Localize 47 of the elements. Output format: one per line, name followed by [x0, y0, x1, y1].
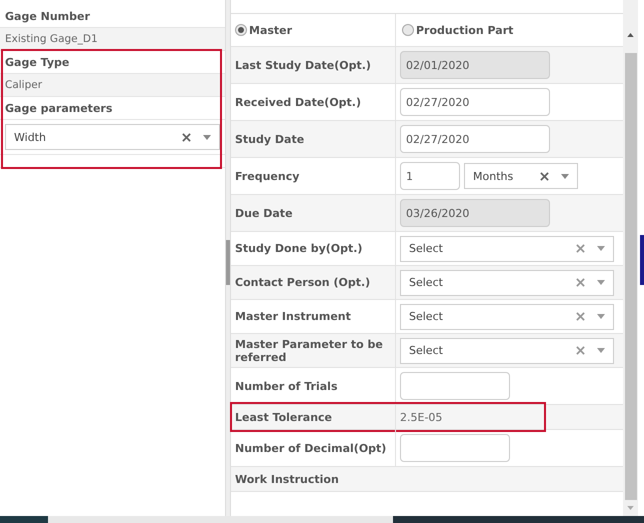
field-value: Caliper: [0, 74, 225, 97]
dropdown[interactable]: Select: [400, 304, 614, 330]
date-field[interactable]: 02/27/2020: [400, 125, 550, 153]
caret-icon[interactable]: [597, 246, 605, 251]
clear-icon[interactable]: [576, 312, 585, 321]
field-label: Due Date: [231, 195, 396, 231]
dropdown[interactable]: Select: [400, 338, 614, 364]
field-label: Work Instruction: [234, 472, 339, 488]
field-label: Study Date: [231, 121, 396, 157]
field-label: Master Instrument: [231, 300, 396, 333]
caret-icon[interactable]: [597, 348, 605, 353]
scrollbar[interactable]: [623, 0, 638, 516]
caret-icon[interactable]: [597, 280, 605, 285]
field-label: Master Parameter to be referred: [231, 334, 396, 367]
field-value: Existing Gage_D1: [0, 28, 225, 51]
field-label: Contact Person (Opt.): [231, 266, 396, 299]
field-label: Least Tolerance: [231, 405, 396, 429]
field-label: Gage parameters: [0, 97, 225, 120]
unit-dropdown[interactable]: Months: [464, 163, 578, 189]
caret-icon[interactable]: [561, 174, 569, 178]
radio-label[interactable]: Production Part: [416, 24, 514, 36]
parameter-dropdown[interactable]: Width: [5, 124, 220, 150]
clear-icon[interactable]: [540, 172, 549, 180]
field-label: Number of Trials: [231, 368, 396, 404]
caret-icon[interactable]: [203, 134, 211, 140]
field-label: Study Done by(Opt.): [231, 232, 396, 265]
input-field[interactable]: [400, 372, 510, 400]
input-field[interactable]: [400, 434, 510, 462]
dropdown[interactable]: Select: [400, 270, 614, 296]
clear-icon[interactable]: [576, 346, 585, 355]
scroll-down-icon[interactable]: [627, 506, 634, 510]
clear-icon[interactable]: [576, 244, 585, 253]
clear-icon[interactable]: [576, 278, 585, 287]
dropdown[interactable]: Select: [400, 236, 614, 262]
field-label: Frequency: [231, 158, 396, 194]
field-label: Last Study Date(Opt.): [231, 47, 396, 83]
input-field[interactable]: 1: [400, 162, 460, 190]
clear-icon[interactable]: [182, 132, 191, 142]
date-field[interactable]: 02/27/2020: [400, 88, 550, 116]
scroll-up-icon[interactable]: [627, 33, 634, 37]
radio-button[interactable]: [402, 24, 414, 36]
caret-icon[interactable]: [597, 314, 605, 319]
field-value: 2.5E-05: [400, 410, 442, 424]
radio-label[interactable]: Master: [249, 24, 292, 36]
radio-button[interactable]: [235, 24, 247, 36]
field-label: Number of Decimal(Opt): [231, 430, 396, 466]
field-label: Received Date(Opt.): [231, 84, 396, 120]
